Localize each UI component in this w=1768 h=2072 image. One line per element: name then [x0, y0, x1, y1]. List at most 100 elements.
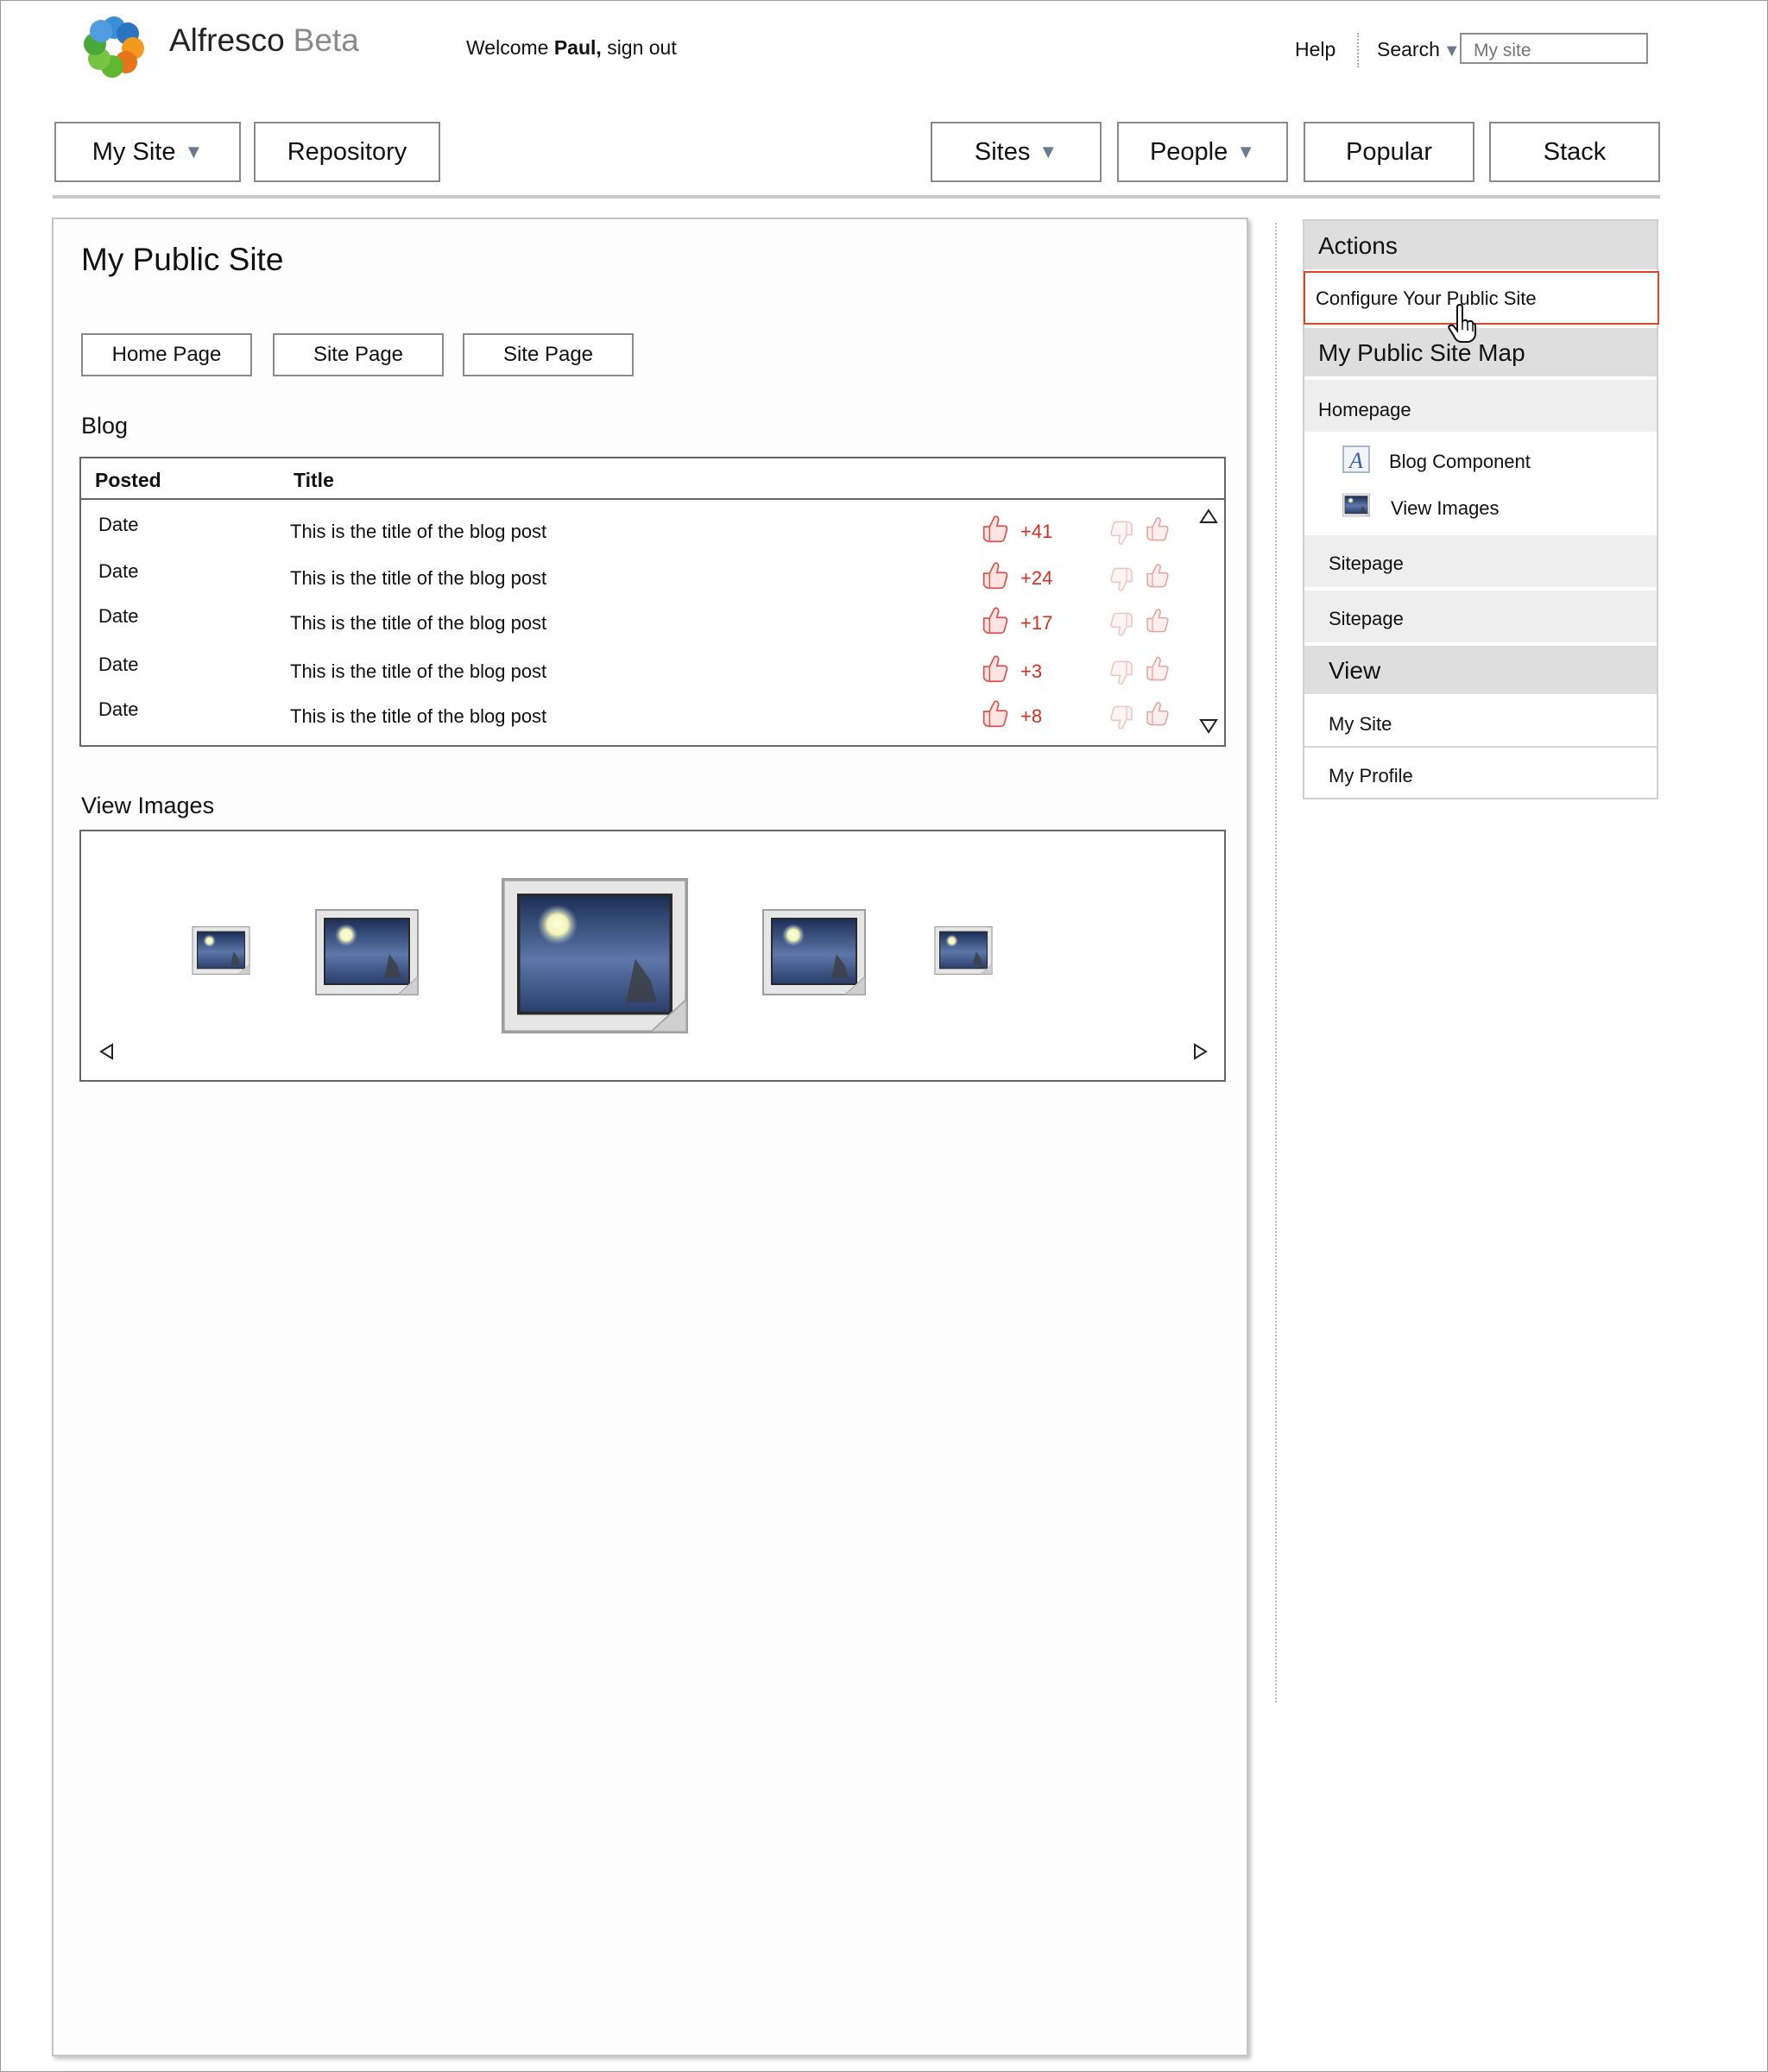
- chevron-down-icon: ▼: [1236, 141, 1256, 162]
- site-page-button[interactable]: Site Page: [273, 333, 444, 376]
- table-row[interactable]: Date This is the title of the blog post +3: [81, 654, 1224, 698]
- thumbs-up-icon[interactable]: [979, 514, 1010, 545]
- table-row[interactable]: Date This is the title of the blog post +1…: [81, 605, 1224, 650]
- blog-heading: Blog: [81, 413, 129, 439]
- view-my-profile-link[interactable]: My Profile: [1304, 749, 1657, 798]
- sitemap-sitepage[interactable]: Sitepage: [1304, 591, 1657, 642]
- row-score: +3: [1020, 660, 1043, 682]
- thumbs-up-icon[interactable]: [979, 654, 1010, 685]
- image-thumbnail-icon[interactable]: [934, 926, 993, 975]
- actions-heading: Actions: [1304, 221, 1657, 269]
- thumbs-down-icon[interactable]: [1108, 519, 1136, 546]
- view-images-label: View Images: [1391, 497, 1500, 519]
- nav-sites[interactable]: Sites ▼: [931, 122, 1102, 182]
- blog-component-icon: A: [1342, 445, 1370, 473]
- thumbs-up-icon[interactable]: [1143, 700, 1171, 728]
- sitemap-sitepage[interactable]: Sitepage: [1304, 535, 1657, 587]
- row-date: Date: [98, 698, 139, 720]
- thumbs-down-icon[interactable]: [1108, 659, 1136, 686]
- next-arrow-icon[interactable]: [1191, 1042, 1209, 1061]
- home-page-button[interactable]: Home Page: [81, 333, 252, 376]
- row-title[interactable]: This is the title of the blog post: [290, 521, 546, 543]
- view-images-heading: View Images: [81, 793, 215, 818]
- thumbs-up-icon[interactable]: [979, 605, 1010, 636]
- blog-table-header: Posted Title: [81, 458, 1224, 500]
- view-heading: View: [1304, 646, 1657, 694]
- nav-people-label: People: [1149, 137, 1228, 166]
- scroll-down-icon[interactable]: [1199, 717, 1218, 735]
- nav-repository[interactable]: Repository: [254, 122, 440, 182]
- chevron-down-icon: ▼: [184, 141, 204, 162]
- sitemap-blog-component[interactable]: A Blog Component: [1304, 445, 1657, 480]
- blog-component-label: Blog Component: [1389, 451, 1531, 472]
- welcome-message: Welcome Paul, sign out: [466, 36, 677, 60]
- blog-table: Posted Title Date This is the title of th…: [79, 457, 1226, 747]
- column-posted[interactable]: Posted: [95, 469, 161, 492]
- row-title[interactable]: This is the title of the blog post: [290, 660, 546, 683]
- nav-repository-label: Repository: [287, 137, 407, 166]
- scroll-up-icon[interactable]: [1199, 508, 1218, 525]
- header-divider: [1357, 33, 1359, 67]
- sitemap-heading: My Public Site Map: [1304, 328, 1657, 376]
- thumbs-up-icon[interactable]: [1143, 562, 1171, 590]
- row-title[interactable]: This is the title of the blog post: [290, 612, 546, 635]
- nav-stack[interactable]: Stack: [1489, 122, 1660, 182]
- search-scope-dropdown[interactable]: Search ▼: [1377, 38, 1461, 61]
- row-date: Date: [98, 605, 139, 627]
- view-images-icon: [1342, 493, 1370, 517]
- table-row[interactable]: Date This is the title of the blog post +4…: [81, 514, 1224, 559]
- row-date: Date: [98, 514, 139, 535]
- sign-out-link[interactable]: sign out: [607, 36, 677, 59]
- row-title[interactable]: This is the title of the blog post: [290, 567, 546, 590]
- thumbs-up-icon[interactable]: [979, 698, 1010, 730]
- sitemap-view-images[interactable]: View Images: [1304, 492, 1657, 527]
- image-thumbnail-icon[interactable]: [192, 926, 250, 975]
- brand-name: Alfresco: [169, 22, 285, 58]
- column-title[interactable]: Title: [294, 469, 334, 492]
- nav-popular-label: Popular: [1346, 137, 1432, 166]
- nav-my-site-label: My Site: [92, 137, 176, 166]
- thumbs-down-icon[interactable]: [1108, 565, 1136, 593]
- row-score: +17: [1020, 612, 1053, 634]
- hand-cursor-icon: [1448, 304, 1476, 343]
- table-row[interactable]: Date This is the title of the blog post +8: [81, 698, 1224, 743]
- thumbs-down-icon[interactable]: [1108, 704, 1136, 731]
- configure-public-site-button[interactable]: Configure Your Public Site: [1304, 271, 1659, 325]
- chevron-down-icon: ▼: [1039, 141, 1058, 162]
- nav-people[interactable]: People ▼: [1117, 122, 1288, 182]
- image-thumbnail-icon[interactable]: [760, 909, 868, 995]
- nav-divider: [53, 195, 1660, 199]
- brand-suffix: Beta: [293, 22, 359, 58]
- row-date: Date: [98, 654, 139, 675]
- row-title[interactable]: This is the title of the blog post: [290, 705, 546, 728]
- thumbs-up-icon[interactable]: [979, 560, 1010, 591]
- alfresco-logo-icon[interactable]: [79, 12, 148, 81]
- row-date: Date: [98, 560, 139, 582]
- sitemap-homepage[interactable]: Homepage: [1304, 380, 1657, 432]
- search-label: Search: [1377, 38, 1440, 60]
- user-name: Paul,: [553, 36, 602, 59]
- table-row[interactable]: Date This is the title of the blog post +2…: [81, 560, 1224, 605]
- thumbs-up-icon[interactable]: [1143, 607, 1171, 635]
- image-thumbnail-icon[interactable]: [497, 878, 692, 1033]
- sidebar-divider: [1275, 223, 1277, 1702]
- nav-my-site[interactable]: My Site ▼: [54, 122, 241, 182]
- nav-stack-label: Stack: [1543, 137, 1607, 166]
- nav-sites-label: Sites: [974, 137, 1031, 166]
- help-link[interactable]: Help: [1295, 38, 1335, 61]
- welcome-prefix: Welcome: [466, 36, 549, 59]
- image-thumbnail-icon[interactable]: [313, 909, 421, 995]
- thumbs-up-icon[interactable]: [1143, 515, 1171, 543]
- prev-arrow-icon[interactable]: [98, 1042, 116, 1061]
- page-title: My Public Site: [81, 242, 284, 277]
- row-score: +8: [1020, 705, 1043, 727]
- nav-popular[interactable]: Popular: [1304, 122, 1474, 182]
- search-input[interactable]: [1460, 33, 1648, 64]
- thumbs-down-icon[interactable]: [1108, 610, 1136, 638]
- view-my-site-link[interactable]: My Site: [1304, 698, 1657, 748]
- site-page-button[interactable]: Site Page: [463, 333, 634, 376]
- thumbs-up-icon[interactable]: [1143, 655, 1171, 683]
- image-carousel: [79, 830, 1226, 1082]
- row-score: +41: [1020, 521, 1053, 542]
- brand-title: Alfresco Beta: [169, 22, 359, 59]
